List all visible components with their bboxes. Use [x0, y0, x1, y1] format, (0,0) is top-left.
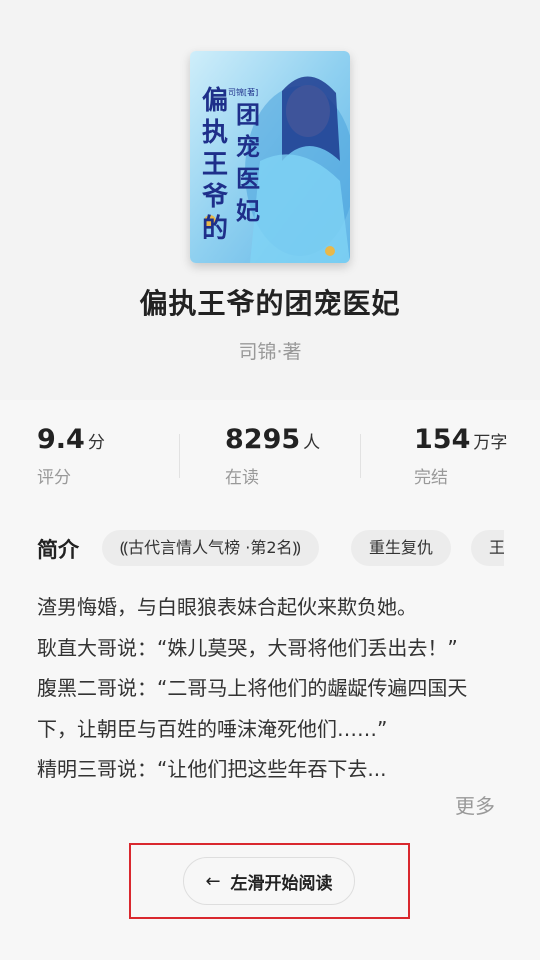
word-count-unit: 万字 [473, 433, 508, 453]
cover-author-text: 司锦[著] [228, 87, 258, 97]
cover-title-char: 偏 [202, 85, 228, 116]
cover-title-char: 团 [236, 100, 260, 129]
synopsis-line: 耿直大哥说：“姝儿莫哭，大哥将他们丢出去！” [37, 635, 458, 660]
rating-label: 评分 [37, 468, 71, 488]
stat-word-count: 154 万字 完结 [414, 424, 507, 488]
rating-value: 9.4 [37, 424, 85, 455]
synopsis-line: 精明三哥说：“让他们把这些年吞下去... [37, 757, 387, 781]
readers-unit: 人 [303, 433, 321, 453]
stat-rating: 9.4 分 评分 [37, 424, 105, 488]
stat-divider [360, 434, 361, 478]
cover-title-char: 的 [202, 213, 228, 244]
cover-title-char: 宠 [236, 132, 260, 161]
cover-title-char: 王 [202, 150, 228, 180]
rating-unit: 分 [87, 433, 105, 453]
cover-title-char: 医 [236, 164, 260, 193]
synopsis-text[interactable]: 渣男悔婚，与白眼狼表妹合起伙来欺负她。 耿直大哥说：“姝儿莫哭，大哥将他们丢出去… [37, 587, 507, 790]
word-count-value: 154 [414, 424, 471, 455]
cover-title-char: 爷 [202, 182, 229, 212]
stat-readers: 8295 人 在读 [225, 424, 320, 488]
more-link[interactable]: 更多 [455, 790, 495, 819]
stat-divider [179, 434, 180, 478]
readers-label: 在读 [225, 468, 259, 488]
laurel-left-icon: ⸨ [120, 538, 129, 557]
arrow-left-icon: ← [205, 870, 221, 892]
synopsis-line: 渣男悔婚，与白眼狼表妹合起伙来欺负她。 [37, 595, 417, 619]
readers-value: 8295 [225, 424, 301, 455]
cover-title-char: 妃 [236, 196, 260, 225]
laurel-right-icon: ⸩ [292, 538, 301, 557]
tag-list: ⸨古代言情人气榜 ·第2名⸩ 重生复仇 王 [0, 520, 504, 580]
cover-title-char: 执 [202, 118, 228, 148]
book-cover[interactable]: 偏 执 王 爷 的 团 宠 医 妃 司锦[著] [190, 51, 350, 263]
start-reading-button[interactable]: ← 左滑开始阅读 [183, 857, 355, 905]
tag-ranking[interactable]: ⸨古代言情人气榜 ·第2名⸩ [102, 530, 319, 566]
start-reading-label: 左滑开始阅读 [230, 873, 333, 894]
book-author[interactable]: 司锦·著 [0, 337, 540, 364]
status-label: 完结 [414, 468, 448, 488]
tag-genre[interactable]: 王 [471, 530, 504, 566]
synopsis-line: 腹黑二哥说：“二哥马上将他们的龌龊传遍四国天下，让朝臣与百姓的唾沫淹死他们……” [37, 676, 468, 741]
tag-genre[interactable]: 重生复仇 [351, 530, 452, 566]
book-title: 偏执王爷的团宠医妃 [139, 287, 401, 320]
